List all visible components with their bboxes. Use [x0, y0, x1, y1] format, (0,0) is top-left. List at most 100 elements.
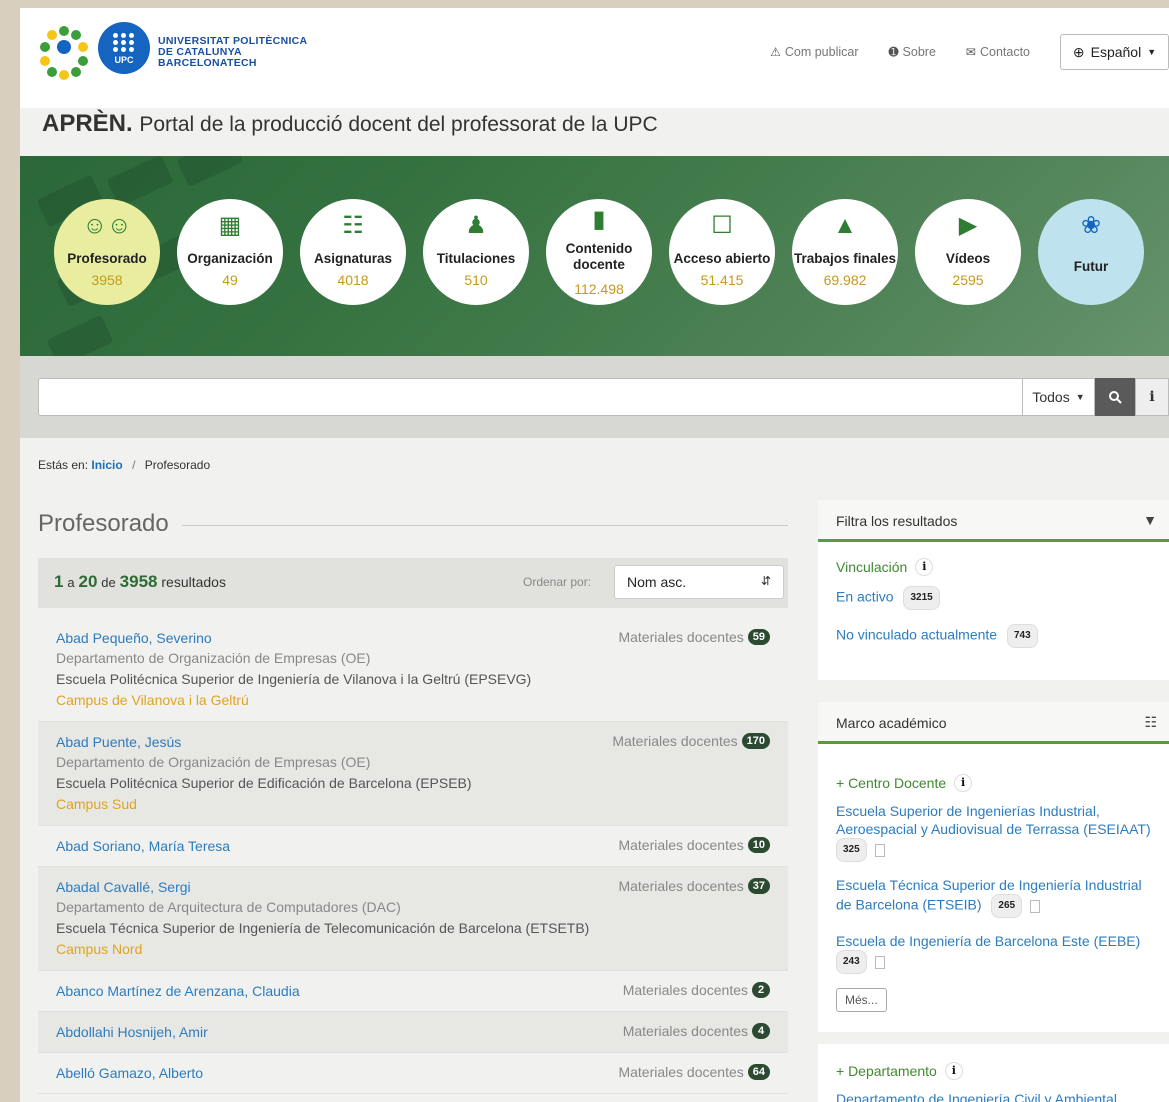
mortarboard-icon: ▲ [833, 212, 857, 239]
graduate-icon: ♟ [465, 212, 487, 239]
category-count: 69.982 [823, 272, 867, 288]
info-icon[interactable]: i [944, 1062, 963, 1080]
facet-departamento[interactable]: + Departamento i [836, 1062, 1151, 1080]
category-trabajos-finales[interactable]: ▲ Trabajos finales 69.982 [792, 199, 898, 305]
title-divider [182, 525, 788, 526]
language-label: Español [1090, 44, 1142, 60]
category-count: 112.498 [574, 281, 624, 297]
facet-count-badge: 3215 [903, 586, 940, 610]
more-button[interactable]: Més... [836, 988, 887, 1012]
teacher-campus: Campus Sud [56, 796, 137, 812]
category-asignaturas[interactable]: ☷ Asignaturas 4018 [300, 199, 406, 305]
marco-academico-panel: Marco académico ☷ + Centro Docente i Esc… [818, 702, 1169, 1032]
link-label: Sobre [902, 45, 936, 59]
order-select[interactable]: Nom asc. ⇵ [614, 565, 784, 599]
materials-link[interactable]: Materiales docentes 37 [618, 878, 770, 894]
breadcrumb-home-link[interactable]: Inicio [91, 458, 122, 472]
results-label: resultados [161, 574, 226, 590]
category-label: Profesorado [67, 251, 147, 266]
category-label: Contenido docente [565, 241, 633, 272]
category-label: Asignaturas [313, 251, 393, 266]
results-from: 1 [54, 572, 64, 591]
materials-count-badge: 64 [747, 1064, 770, 1080]
info-icon[interactable]: i [954, 774, 973, 792]
search-icon [1109, 391, 1122, 404]
link-sobre[interactable]: ➊ Sobre [888, 45, 935, 59]
site-title[interactable]: APRÈN. Portal de la producció docent del… [42, 110, 658, 138]
marco-panel-header[interactable]: Marco académico ☷ [818, 702, 1169, 744]
page: UPC UNIVERSITAT POLITÈCNICA DE CATALUNYA… [20, 8, 1169, 1102]
facet-option-eebe[interactable]: Escuela de Ingeniería de Barcelona Este … [836, 932, 1151, 974]
teacher-school: Escuela Politécnica Superior de Ingenier… [56, 671, 532, 687]
results-bar: 1 a 20 de 3958 resultados Ordenar por: N… [38, 558, 788, 608]
category-count: 4018 [337, 272, 369, 288]
filter-panel-header[interactable]: Filtra los resultados ▼ [818, 500, 1169, 542]
materials-link[interactable]: Materiales docentes 59 [618, 629, 770, 645]
link-contacto[interactable]: ✉ Contacto [966, 45, 1030, 59]
list-item: Abanco Martínez de Arenzana, Claudia Mat… [38, 971, 788, 1012]
materials-link[interactable]: Materiales docentes 170 [612, 733, 770, 749]
info-icon[interactable]: i [915, 558, 934, 576]
search-scope-dropdown[interactable]: Todos ▼ [1022, 378, 1095, 416]
results-to: 20 [78, 572, 98, 591]
hero-banner: ☺☺ Profesorado 3958 ▦ Organización 49 ☷ … [20, 156, 1169, 356]
facet-option-en-activo[interactable]: En activo 3215 [836, 586, 1151, 610]
facet-option-label: Escuela Superior de Ingenierías Industri… [836, 803, 1151, 837]
category-profesorado[interactable]: ☺☺ Profesorado 3958 [54, 199, 160, 305]
breadcrumb-separator: / [132, 458, 136, 472]
category-titulaciones[interactable]: ♟ Titulaciones 510 [423, 199, 529, 305]
facet-centro-docente[interactable]: + Centro Docente i [836, 774, 1151, 792]
facet-title: Vinculación [836, 559, 908, 575]
link-label: Contacto [979, 45, 1030, 59]
filter-title: Filtra los resultados [836, 513, 958, 529]
materials-label: Materiales docentes [612, 733, 738, 749]
materials-link[interactable]: Materiales docentes 10 [618, 837, 770, 853]
category-count: 3958 [91, 272, 123, 288]
results-de: de [101, 575, 116, 590]
category-count: 2595 [952, 272, 984, 288]
search-input[interactable] [38, 378, 1023, 416]
materials-count-badge: 59 [747, 629, 770, 645]
list-item: Abad Soriano, María Teresa Materiales do… [38, 826, 788, 867]
materials-link[interactable]: Materiales docentes 4 [623, 1023, 770, 1039]
materials-label: Materiales docentes [622, 982, 748, 998]
search-button[interactable] [1095, 378, 1135, 416]
materials-link[interactable]: Materiales docentes 2 [623, 982, 770, 998]
university-name[interactable]: UNIVERSITAT POLITÈCNICA DE CATALUNYA BAR… [158, 36, 307, 69]
language-dropdown[interactable]: ⊕ Español ▼ [1060, 34, 1169, 70]
category-organizacion[interactable]: ▦ Organización 49 [177, 199, 283, 305]
teacher-school: Escuela Politécnica Superior de Edificac… [56, 775, 472, 791]
facet-option-etseib[interactable]: Escuela Técnica Superior de Ingeniería I… [836, 876, 1151, 918]
category-futur[interactable]: ❀ Futur [1038, 199, 1144, 305]
facet-option-eseiaat[interactable]: Escuela Superior de Ingenierías Industri… [836, 802, 1151, 862]
header: UPC UNIVERSITAT POLITÈCNICA DE CATALUNYA… [20, 8, 1169, 108]
materials-label: Materiales docentes [618, 878, 744, 894]
facet-title: + Centro Docente [836, 775, 947, 791]
category-acceso-abierto[interactable]: ☐ Acceso abierto 51.415 [669, 199, 775, 305]
facet-option-no-vinculado[interactable]: No vinculado actualmente 743 [836, 624, 1151, 648]
teacher-campus: Campus Nord [56, 941, 143, 957]
materials-link[interactable]: Materiales docentes 64 [618, 1064, 770, 1080]
facet-count-badge: 243 [836, 950, 867, 974]
results-total: 3958 [119, 572, 158, 591]
unlock-icon: ☐ [711, 212, 733, 239]
materials-count-badge: 10 [747, 837, 770, 853]
upc-dots-logo-icon[interactable] [38, 26, 90, 80]
upc-logo-icon[interactable]: UPC [98, 22, 150, 74]
results-count: 1 a 20 de 3958 resultados [54, 572, 226, 592]
category-contenido-docente[interactable]: ▮ Contenido docente 112.498 [546, 199, 652, 305]
marco-panel-body: + Centro Docente i Escuela Superior de I… [818, 744, 1169, 1022]
hierarchy-icon: ☷ [1144, 714, 1157, 730]
link-com-publicar[interactable]: ⚠ Com publicar [770, 45, 858, 59]
category-videos[interactable]: ▶ Vídeos 2595 [915, 199, 1021, 305]
globe-icon: ⊕ [1072, 43, 1085, 60]
breadcrumb-current: Profesorado [144, 458, 211, 472]
search-info-button[interactable]: i [1135, 378, 1169, 416]
caret-down-icon: ▼ [1147, 47, 1157, 57]
materials-count-badge: 170 [741, 733, 770, 749]
teacher-campus: Campus de Vilanova i la Geltrú [56, 692, 249, 708]
link-label: Com publicar [784, 45, 859, 59]
facet-option-label[interactable]: Departamento de Ingeniería Civil y Ambie… [836, 1090, 1151, 1102]
facet-vinculacion[interactable]: Vinculación i [836, 558, 1151, 576]
building-icon: ▦ [218, 212, 242, 239]
